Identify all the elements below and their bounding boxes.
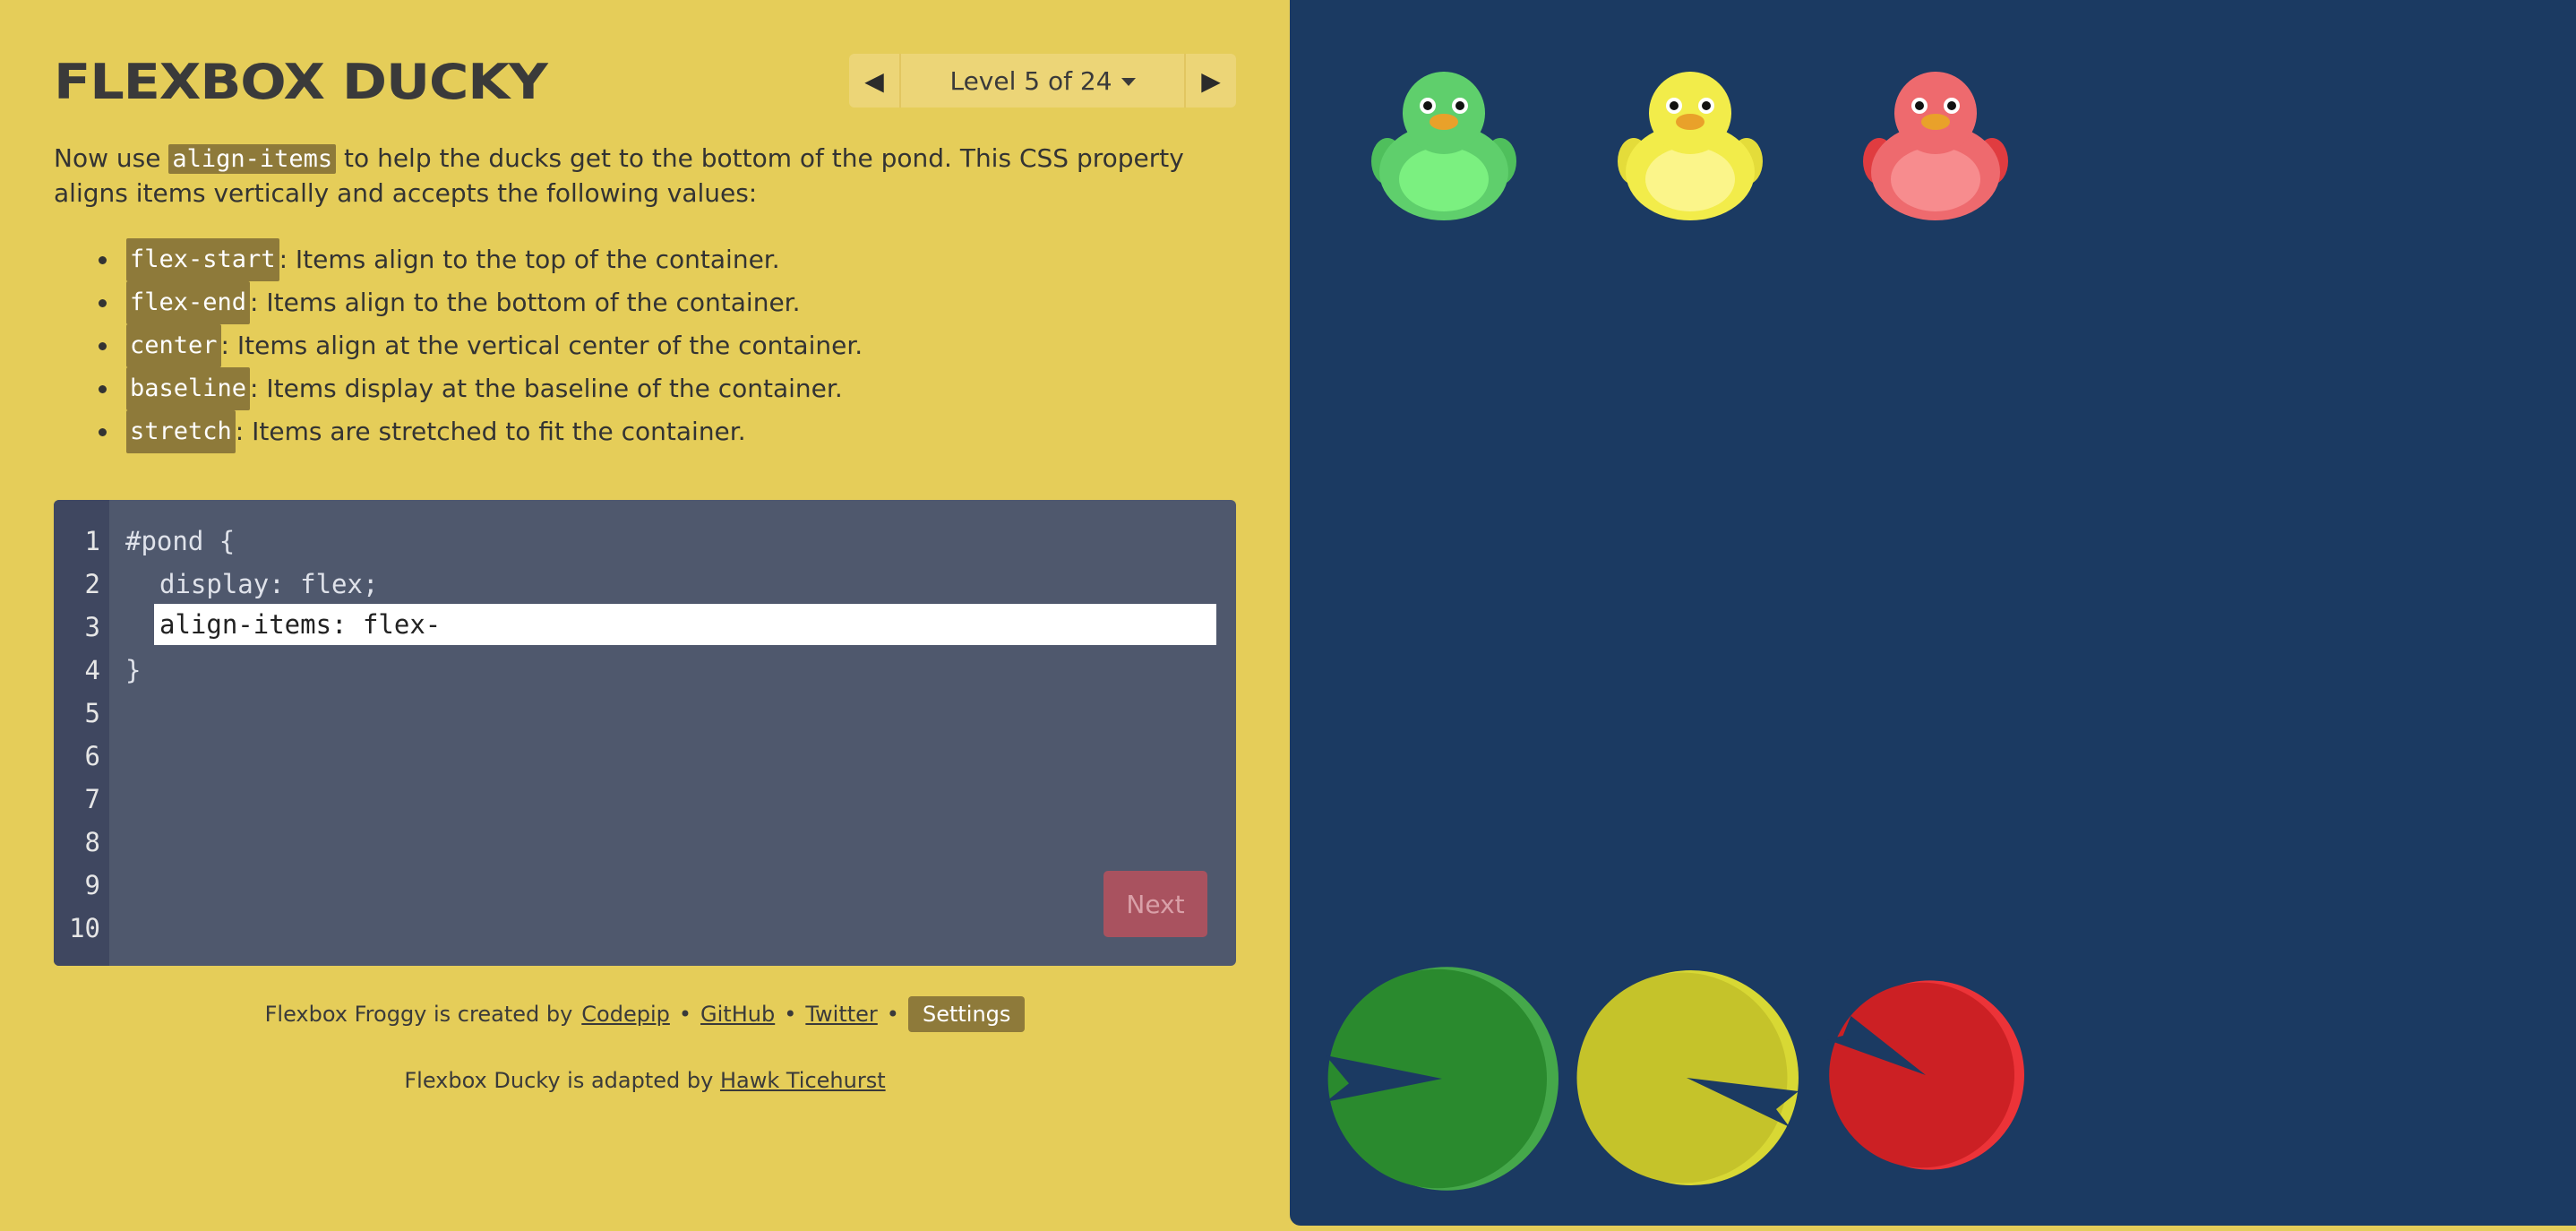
pond-board — [1290, 0, 2576, 1226]
green-lilypad-icon — [1326, 967, 1558, 1191]
intro-text-start: Now use — [54, 143, 169, 173]
list-item: flex-start: Items align to the top of th… — [72, 238, 1236, 281]
next-button[interactable]: Next — [1103, 871, 1207, 937]
line-number: 7 — [84, 784, 100, 814]
line-number: 2 — [84, 569, 100, 599]
list-item: baseline: Items display at the baseline … — [72, 367, 1236, 410]
instructions-text: Now use align-items to help the ducks ge… — [54, 142, 1236, 211]
settings-button[interactable]: Settings — [907, 996, 1026, 1032]
green-duck-icon — [1371, 72, 1516, 220]
value-code: flex-start — [126, 238, 279, 281]
line-number: 3 — [84, 612, 100, 642]
value-description: : Items align to the bottom of the conta… — [250, 288, 801, 317]
codepip-link[interactable]: Codepip — [581, 1002, 670, 1027]
triangle-left-icon: ◀ — [864, 65, 884, 96]
level-dropdown[interactable]: Level 5 of 24 — [901, 54, 1184, 108]
values-list: flex-start: Items align to the top of th… — [72, 238, 1236, 453]
previous-level-button[interactable]: ◀ — [849, 54, 901, 108]
separator: • — [784, 1002, 797, 1027]
value-description: : Items are stretched to fit the contain… — [235, 417, 746, 446]
adapted-footer: Flexbox Ducky is adapted by Hawk Ticehur… — [0, 1068, 1290, 1093]
value-code: stretch — [126, 410, 236, 453]
separator: • — [678, 1002, 692, 1027]
line-number: 8 — [84, 827, 100, 857]
yellow-duck-icon — [1618, 72, 1763, 220]
value-description: : Items align at the vertical center of … — [220, 331, 863, 360]
bullet-icon — [99, 298, 107, 307]
value-description: : Items align to the top of the containe… — [279, 245, 780, 274]
yellow-lilypad-icon — [1576, 970, 1799, 1185]
separator: • — [886, 1002, 899, 1027]
css-editor: 1 2 3 4 5 6 7 8 9 10 #pond { display: fl… — [54, 500, 1236, 966]
caret-down-icon — [1121, 78, 1136, 86]
list-item: stretch: Items are stretched to fit the … — [72, 410, 1236, 453]
code-line-display: display: flex; — [159, 569, 379, 599]
bullet-icon — [99, 384, 107, 393]
css-answer-input[interactable] — [154, 604, 1216, 645]
line-number: 6 — [84, 741, 100, 771]
instructions-panel: FLEXBOX DUCKY ◀ Level 5 of 24 ▶ Now use … — [0, 0, 1290, 1231]
list-item: flex-end: Items align to the bottom of t… — [72, 281, 1236, 324]
level-label: Level 5 of 24 — [949, 65, 1112, 96]
level-navigator: ◀ Level 5 of 24 ▶ — [849, 54, 1236, 108]
app-title: FLEXBOX DUCKY — [54, 54, 548, 110]
red-duck-icon — [1863, 72, 2008, 220]
list-item: center: Items align at the vertical cent… — [72, 324, 1236, 367]
line-number: 5 — [84, 698, 100, 728]
adapted-text: Flexbox Ducky is adapted by — [404, 1068, 714, 1093]
code-line-closing: } — [125, 655, 142, 685]
property-code: align-items — [168, 144, 337, 174]
value-code: flex-end — [126, 281, 251, 324]
triangle-right-icon: ▶ — [1201, 65, 1221, 96]
code-line-selector: #pond { — [125, 526, 236, 556]
bullet-icon — [99, 427, 107, 436]
value-code: baseline — [126, 367, 251, 410]
red-lilypad-icon — [1827, 980, 2024, 1170]
line-number-gutter: 1 2 3 4 5 6 7 8 9 10 — [54, 500, 109, 966]
line-number: 9 — [84, 870, 100, 900]
author-link[interactable]: Hawk Ticehurst — [720, 1068, 886, 1093]
line-number: 1 — [84, 526, 100, 556]
bullet-icon — [99, 341, 107, 350]
value-description: : Items display at the baseline of the c… — [250, 374, 843, 403]
line-number: 10 — [69, 913, 100, 943]
github-link[interactable]: GitHub — [700, 1002, 775, 1027]
line-number: 4 — [84, 655, 100, 685]
credits-text: Flexbox Froggy is created by — [264, 1002, 573, 1027]
twitter-link[interactable]: Twitter — [805, 1002, 877, 1027]
next-level-button[interactable]: ▶ — [1184, 54, 1236, 108]
bullet-icon — [99, 255, 107, 264]
credits-footer: Flexbox Froggy is created by Codepip • G… — [0, 996, 1290, 1032]
value-code: center — [126, 324, 221, 367]
